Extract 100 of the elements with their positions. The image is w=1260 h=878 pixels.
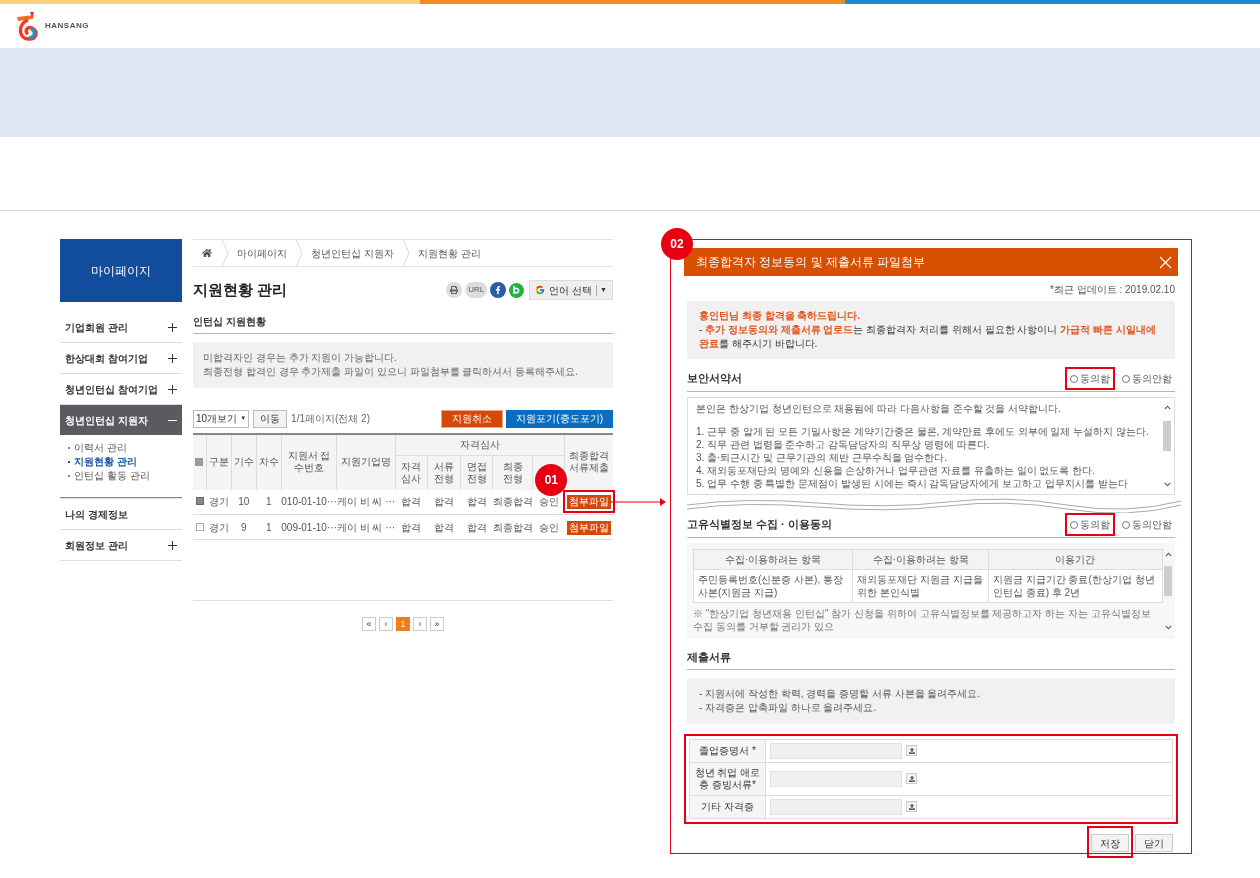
table-cell: 경기 [206,489,232,515]
breadcrumb-link[interactable]: 청년인턴십 지원자 [303,245,402,261]
go-button[interactable]: 이동 [253,409,288,428]
file-label: 청년 취업 애로층 증빙서류* [689,762,766,795]
column-header: 자격심사 [395,433,565,456]
pledge-text: 4. 재외동포재단의 명예와 신용을 손상하거나 업무관련 자료를 유출하는 일이 없도록 한다. [696,464,1096,477]
section-title: 고유식별정보 수집 · 이용동의 [687,517,832,533]
google-icon [535,285,546,296]
radio-option[interactable]: 동의안함 [1122,371,1172,386]
band-share-icon[interactable] [509,282,525,298]
scroll-up-icon [1164,551,1172,558]
modal-button[interactable]: 닫기 [1135,834,1173,852]
select-all-checkbox[interactable] [195,457,204,466]
pagination-button[interactable]: « [362,617,376,631]
file-path-field[interactable] [770,742,902,759]
breadcrumb-link[interactable]: 마이페이지 [229,245,295,261]
url-button[interactable]: URL [465,282,488,299]
scroll-down-icon [1163,481,1171,488]
pledge-text: 3. 출·퇴근시간 및 근무기관의 제반 근무수칙을 엄수한다. [696,451,949,464]
upload-button[interactable] [906,773,917,784]
column-header: 차수 [256,433,282,490]
plus-icon [168,322,177,332]
sidebar-header: 마이페이지 [60,239,182,302]
table-cell: 경기 [206,514,232,540]
table-cell: 합격 [460,514,493,540]
modal-title: 최종합격자 정보동의 및 제출서류 파일첨부 [696,254,926,271]
congrats-text: 홍인턴님 최종 합격을 축하드립니다. [699,309,862,323]
column-header: 기수 [231,433,257,490]
column-header: 자격 심사 [400,460,423,485]
column-header: 지원서 접수번호 [281,433,337,490]
section-title: 제출서류 [687,650,731,665]
step-badge: 01 [535,464,568,496]
sidebar-item[interactable]: 회원정보 관리 [60,530,182,560]
table-cell: 009-01-10··· [281,514,337,540]
table-cell: 재외동포재단 지원금 지급을 위한 본인식별 [852,569,989,603]
file-path-field[interactable] [770,798,902,815]
scroll-down-icon [1164,624,1172,631]
close-icon[interactable] [1159,255,1172,269]
breadcrumb-link[interactable]: 지원현황 관리 [409,245,489,261]
congrats-note: - 추가 정보동의와 제출서류 업로드는 최종합격자 처리를 위해서 필요한 사항이니 가급적 빠른 시일내에 완료를 해주시기 바랍니다. [699,323,1157,351]
file-path-field[interactable] [770,770,902,787]
column-header: 수집·이용하려는 항목 [693,549,853,570]
print-button[interactable] [446,282,463,299]
section-title: 보안서약서 [687,371,742,387]
plus-icon [168,353,177,363]
upload-button[interactable] [906,745,917,756]
modal-button[interactable]: 저장 [1091,834,1129,852]
sidebar-subitem[interactable]: 이력서 관리 [68,441,182,455]
row-checkbox[interactable] [195,497,204,506]
radio-option[interactable]: 동의함 [1070,517,1110,532]
upload-button[interactable] [906,801,917,812]
sidebar-subitem[interactable]: 지원현황 관리 [68,455,182,469]
logo-text: HANSANG [45,20,89,32]
radio-option[interactable]: 동의안함 [1122,517,1172,532]
column-header: 구분 [206,433,232,490]
table-cell: 최종합격 [492,489,533,515]
table-cell: 1 [256,489,282,515]
table-cell: 10 [231,489,257,515]
pagination-button[interactable]: » [430,617,444,631]
pagination-button[interactable]: › [413,617,427,631]
sidebar-subitem[interactable]: 인턴십 활동 관리 [68,469,182,483]
table-cell: 최종합격 [492,514,533,540]
column-header: 최종 전형 [501,460,524,485]
pledge-text: 2. 직무 관련 법령을 준수하고 감독담당자의 직무상 명령에 따른다. [696,438,991,451]
table-cell: 1 [256,514,282,540]
sidebar-item[interactable]: 기업회원 관리 [60,312,182,342]
column-header: 면접 전형 [465,460,488,485]
notice-text: 미합격자인 경우는 추가 지원이 가능합니다. [203,350,398,365]
page-info: 1/1페이지(전체 2) [291,412,370,426]
column-header: 지원기업명 [336,433,396,490]
attach-file-button[interactable]: 첨부파일 [567,495,611,510]
cancel-application-button[interactable]: 지원취소 [441,409,504,428]
pledge-text: 본인은 한상기업 청년인턴으로 채용됨에 따라 다음사항을 준수할 것을 서약합니다. [696,402,1062,415]
print-icon [450,286,459,295]
column-header: 서류 전형 [433,460,455,485]
file-label: 졸업증명서 * [689,739,766,762]
step-badge: 02 [661,228,693,260]
sidebar-item[interactable]: 나의 경제정보 [60,499,182,529]
sidebar-item[interactable]: 청년인턴십 지원자 [60,405,182,435]
sidebar-item[interactable]: 한상대회 참여기업 [60,343,182,373]
plus-icon [168,384,177,394]
row-checkbox[interactable] [195,522,204,531]
table-cell: 합격 [427,489,461,515]
update-date: *최근 업데이트 : 2019.02.10 [1049,283,1175,297]
table-cell: 합격 [395,489,428,515]
pagination-button[interactable]: ‹ [379,617,393,631]
table-cell: 지원금 지급기간 종료(한상기업 청년인턴십 종료) 후 2년 [988,569,1163,603]
table-cell: 합격 [427,514,461,540]
radio-option[interactable]: 동의함 [1070,371,1110,386]
connector-arrow [608,496,667,507]
table-cell: 9 [231,514,257,540]
notice-text: - 지원서에 작성한 학력, 경력을 증명할 서류 사본을 올려주세요. [699,686,982,701]
attach-file-button[interactable]: 첨부파일 [567,520,611,535]
page-title: 지원현황 관리 [193,280,288,300]
withdraw-button[interactable]: 지원포기(중도포기) [506,409,613,428]
table-cell: 합격 [460,489,493,515]
scroll-up-icon [1163,404,1171,411]
facebook-button[interactable] [490,282,507,299]
sidebar-item[interactable]: 청년인턴십 참여기업 [60,374,182,404]
column-header: 수집·이용하려는 항목 [852,549,989,570]
